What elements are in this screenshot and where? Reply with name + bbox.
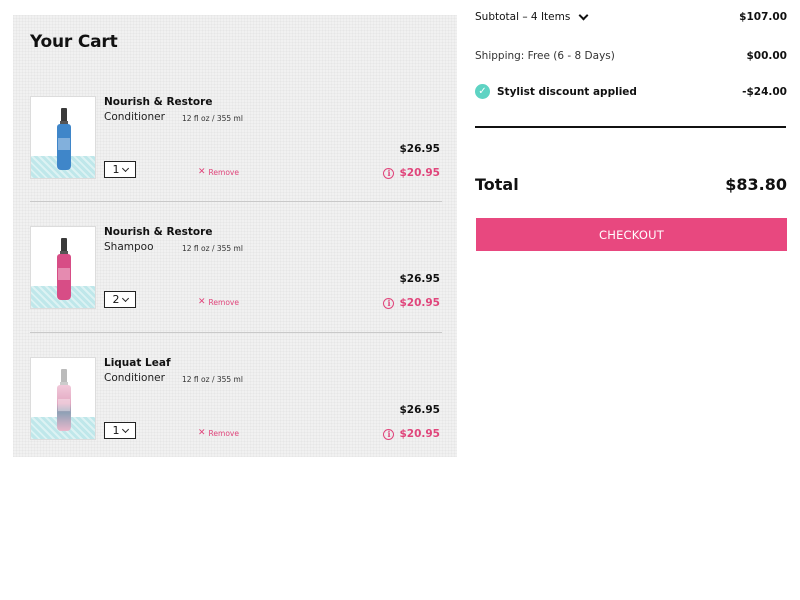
product-name[interactable]: Nourish & Restore [104, 96, 212, 108]
product-image[interactable] [30, 226, 96, 309]
cart-item: Nourish & Restore Conditioner 12 fl oz /… [30, 96, 442, 182]
remove-label: Remove [208, 167, 239, 177]
remove-label: Remove [208, 428, 239, 438]
shipping-value: $00.00 [746, 50, 787, 62]
subtotal-value: $107.00 [739, 11, 787, 23]
discount-row: ✓ Stylist discount applied -$24.00 [475, 84, 787, 99]
total-label: Total [475, 175, 519, 194]
original-price: $26.95 [399, 404, 440, 416]
total-row: Total $83.80 [475, 175, 787, 194]
close-icon: ✕ [198, 167, 206, 177]
chevron-down-icon [578, 10, 589, 20]
product-image[interactable] [30, 357, 96, 440]
cart-title: Your Cart [30, 32, 118, 52]
original-price: $26.95 [399, 143, 440, 155]
info-icon[interactable]: i [383, 428, 395, 440]
sale-price: i $20.95 [383, 167, 440, 179]
summary-divider [475, 126, 786, 128]
total-value: $83.80 [725, 175, 787, 194]
quantity-value: 2 [112, 293, 120, 306]
subtotal-toggle[interactable]: Subtotal – 4 Items [475, 10, 589, 23]
sale-price-value: $20.95 [399, 167, 440, 179]
cart-panel: Your Cart Nourish & Restore Conditioner … [13, 15, 457, 457]
sale-price-value: $20.95 [399, 428, 440, 440]
product-size: 12 fl oz / 355 ml [182, 244, 243, 253]
discount-value: -$24.00 [742, 85, 787, 98]
product-name[interactable]: Nourish & Restore [104, 226, 212, 238]
chevron-down-icon [121, 425, 129, 433]
product-name[interactable]: Liquat Leaf [104, 357, 171, 369]
chevron-down-icon [121, 164, 129, 172]
check-icon: ✓ [475, 84, 490, 99]
info-icon[interactable]: i [383, 297, 395, 309]
subtotal-label: Subtotal – 4 Items [475, 11, 571, 23]
bottle-icon [57, 238, 71, 300]
original-price: $26.95 [399, 273, 440, 285]
subtotal-row: Subtotal – 4 Items $107.00 [475, 10, 787, 23]
close-icon: ✕ [198, 297, 206, 307]
close-icon: ✕ [198, 428, 206, 438]
cart-item: Nourish & Restore Shampoo 12 fl oz / 355… [30, 226, 442, 312]
quantity-value: 1 [112, 424, 120, 437]
product-type: Conditioner [104, 111, 165, 123]
remove-label: Remove [208, 297, 239, 307]
product-type: Shampoo [104, 241, 154, 253]
quantity-value: 1 [112, 163, 120, 176]
sale-price-value: $20.95 [399, 297, 440, 309]
product-image[interactable] [30, 96, 96, 179]
info-icon[interactable]: i [383, 167, 395, 179]
remove-button[interactable]: ✕ Remove [198, 428, 239, 438]
quantity-select[interactable]: 1 [104, 422, 136, 439]
remove-button[interactable]: ✕ Remove [198, 297, 239, 307]
quantity-select[interactable]: 1 [104, 161, 136, 178]
shipping-row: Shipping: Free (6 - 8 Days) $00.00 [475, 50, 787, 62]
chevron-down-icon [121, 294, 129, 302]
quantity-select[interactable]: 2 [104, 291, 136, 308]
item-divider [30, 201, 442, 202]
product-type: Conditioner [104, 372, 165, 384]
bottle-icon [57, 108, 71, 170]
bottle-icon [57, 369, 71, 431]
checkout-button[interactable]: CHECKOUT [476, 218, 787, 251]
discount-label: Stylist discount applied [497, 85, 637, 98]
remove-button[interactable]: ✕ Remove [198, 167, 239, 177]
cart-item: Liquat Leaf Conditioner 12 fl oz / 355 m… [30, 357, 442, 443]
product-size: 12 fl oz / 355 ml [182, 114, 243, 123]
sale-price: i $20.95 [383, 297, 440, 309]
product-size: 12 fl oz / 355 ml [182, 375, 243, 384]
item-divider [30, 332, 442, 333]
sale-price: i $20.95 [383, 428, 440, 440]
cart-page: Your Cart Nourish & Restore Conditioner … [0, 0, 800, 600]
shipping-label: Shipping: Free (6 - 8 Days) [475, 50, 615, 62]
